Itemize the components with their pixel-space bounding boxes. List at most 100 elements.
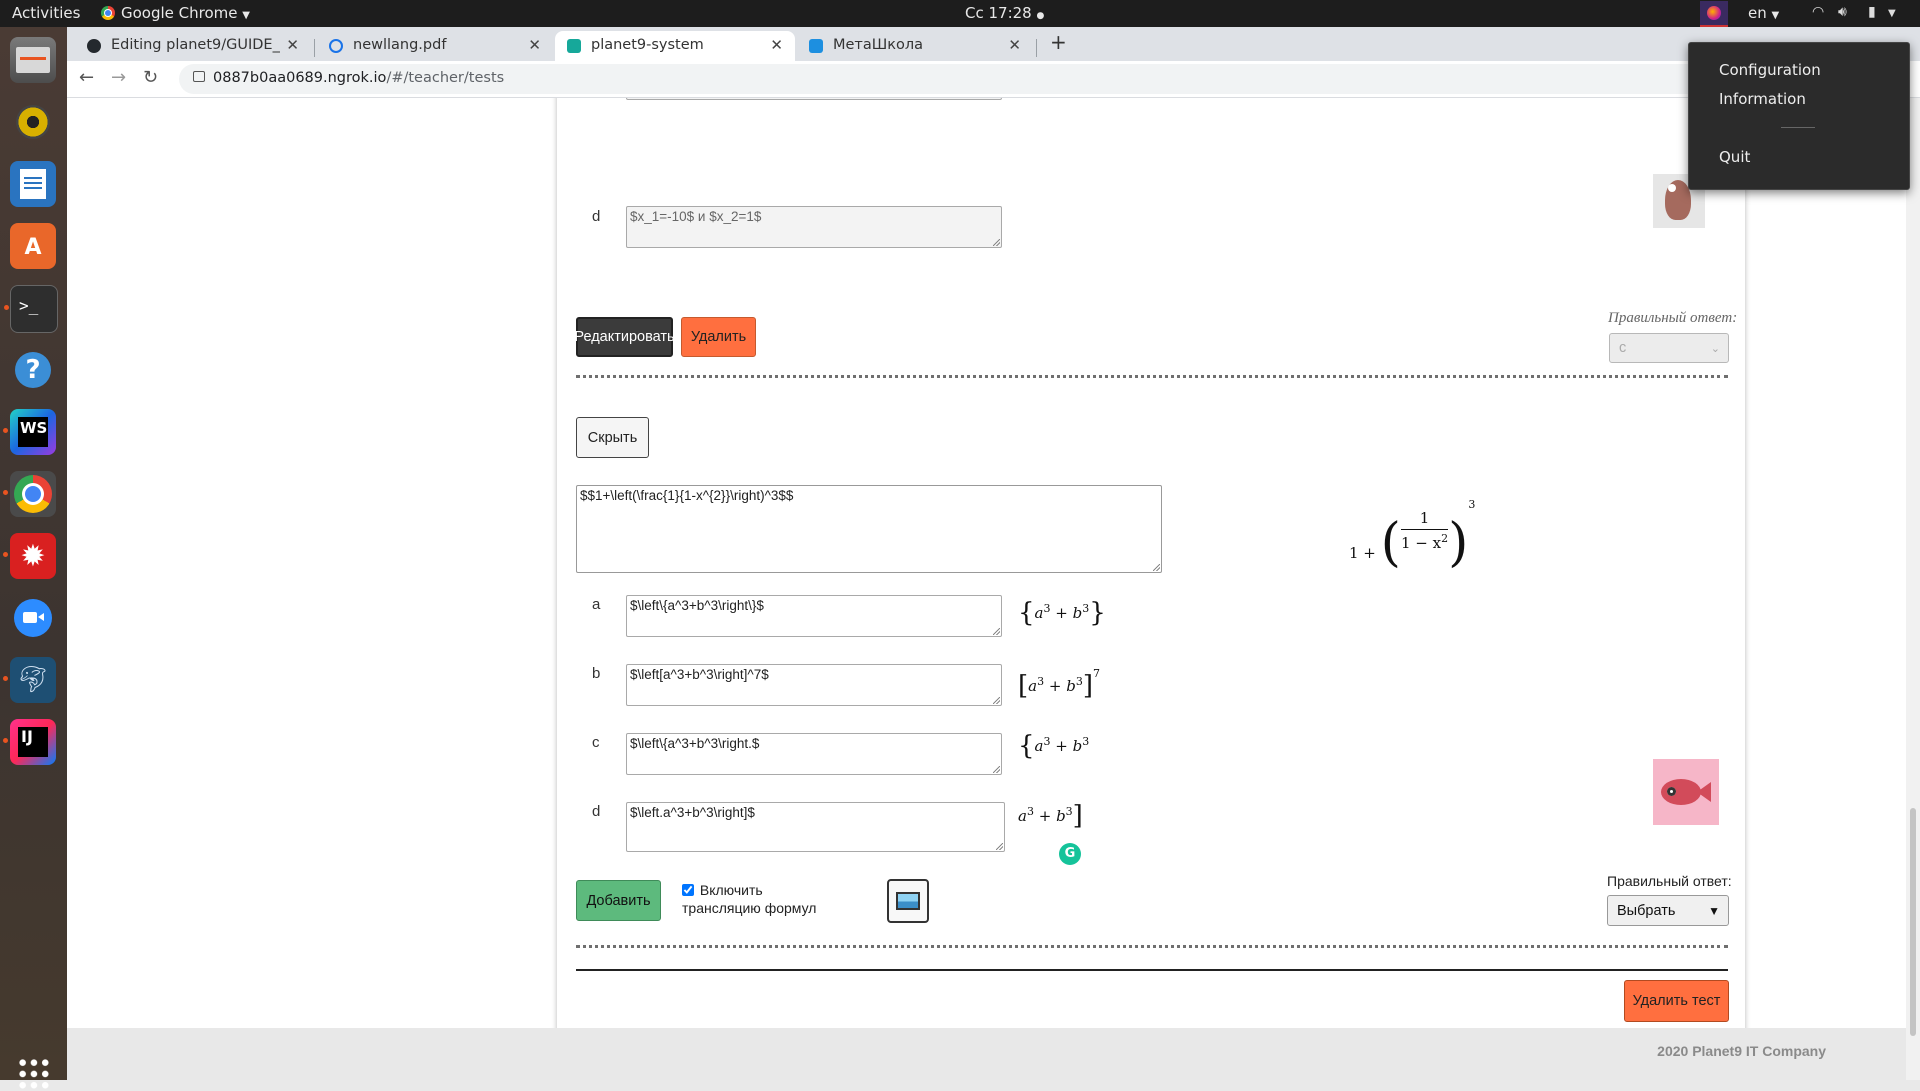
hide-button[interactable]: Скрыть bbox=[576, 417, 649, 458]
lock-icon bbox=[193, 71, 205, 82]
globe-icon bbox=[329, 39, 343, 53]
question-separator bbox=[576, 945, 1728, 948]
activities-button[interactable]: Activities bbox=[12, 4, 80, 22]
option-b-field[interactable]: $\left[a^3+b^3\right]^7$ bbox=[626, 664, 1002, 706]
github-icon bbox=[87, 39, 101, 53]
app-indicator-button[interactable] bbox=[1700, 1, 1728, 27]
option-c-field[interactable]: $\left\{a^3+b^3\right.$ bbox=[626, 733, 1002, 775]
help-icon[interactable]: ? bbox=[10, 347, 56, 393]
select-value: Выбрать bbox=[1617, 902, 1676, 919]
formula-checkbox[interactable] bbox=[682, 884, 694, 896]
formula-exponent: 3 bbox=[1468, 498, 1476, 511]
delete-test-button[interactable]: Удалить тест bbox=[1624, 980, 1729, 1022]
option-d-field[interactable]: $x_1=-10$ и $x_2=1$ bbox=[626, 206, 1002, 248]
grammarly-icon[interactable]: G bbox=[1059, 843, 1081, 865]
chrome-icon bbox=[101, 6, 115, 20]
delete-question-button[interactable]: Удалить bbox=[681, 317, 756, 357]
files-icon[interactable] bbox=[10, 37, 56, 83]
wolfram-icon[interactable]: ✹ bbox=[3, 533, 56, 579]
forward-icon[interactable]: → bbox=[111, 67, 126, 88]
option-d-field[interactable]: $\left.a^3+b^3\right]$ bbox=[626, 802, 1005, 852]
close-icon[interactable]: ✕ bbox=[770, 36, 783, 54]
page-viewport: d $x_1=-10$ и $x_2=1$ Редактировать Удал… bbox=[67, 98, 1920, 1080]
close-icon[interactable]: ✕ bbox=[528, 36, 541, 54]
tab-pdf[interactable]: newllang.pdf ✕ bbox=[317, 31, 553, 61]
app-icon bbox=[567, 39, 581, 53]
url-host: 0887b0aa0689.ngrok.io bbox=[213, 70, 387, 86]
battery-icon[interactable]: ▮ bbox=[1868, 4, 1876, 20]
webstorm-icon[interactable]: WS bbox=[3, 409, 56, 455]
option-a-field[interactable]: $\left\{a^3+b^3\right\}$ bbox=[626, 595, 1002, 637]
page-scrollbar[interactable] bbox=[1906, 98, 1920, 1080]
formula-checkbox-label: Включить трансляцию формул bbox=[682, 882, 817, 916]
rhythmbox-icon[interactable] bbox=[10, 99, 56, 145]
edit-question-button[interactable]: Редактировать bbox=[574, 317, 675, 357]
chrome-icon[interactable] bbox=[3, 471, 56, 517]
correct-answer-select[interactable]: Выбрать ▼ bbox=[1607, 895, 1729, 926]
tab-label: newllang.pdf bbox=[353, 37, 447, 53]
tab-metaschool[interactable]: МетаШкола ✕ bbox=[797, 31, 1033, 61]
terminal-icon[interactable]: >_ bbox=[4, 285, 58, 333]
left-paren: ( bbox=[1380, 513, 1401, 573]
question-text-field[interactable]: $$1+\left(\frac{1}{1-x^{2}}\right)^3$$ bbox=[576, 485, 1162, 573]
language-selector[interactable]: en ▼ bbox=[1748, 4, 1779, 22]
correct-answer-select-disabled[interactable]: c ⌄ bbox=[1609, 333, 1729, 363]
question-formula-preview: 1 + ( 1 1 − x2 )3 bbox=[1349, 498, 1475, 569]
option-letter: d bbox=[592, 803, 601, 820]
menu-item-quit[interactable]: Quit bbox=[1719, 148, 1750, 166]
app-indicator-icon bbox=[1707, 6, 1721, 20]
footer-text: 2020 Planet9 IT Company bbox=[1657, 1043, 1826, 1059]
wifi-icon[interactable]: ◠ bbox=[1812, 4, 1824, 20]
tab-strip: Editing planet9/GUIDE_L ✕ newllang.pdf ✕… bbox=[67, 27, 1920, 61]
add-option-button[interactable]: Добавить bbox=[576, 880, 661, 921]
chevron-down-icon[interactable]: ▼ bbox=[1888, 8, 1896, 19]
volume-icon[interactable]: 🔊︎ bbox=[1838, 4, 1847, 20]
tab-separator bbox=[1036, 39, 1037, 57]
zoom-icon[interactable] bbox=[10, 595, 56, 641]
formula-toggle[interactable]: Включить трансляцию формул bbox=[682, 881, 842, 917]
reload-icon[interactable]: ↻ bbox=[143, 67, 158, 88]
chevron-down-icon: ▼ bbox=[1708, 903, 1720, 918]
menu-item-information[interactable]: Information bbox=[1719, 90, 1806, 108]
app-menu[interactable]: Google Chrome ▼ bbox=[101, 4, 250, 22]
tab-separator bbox=[314, 39, 315, 57]
fraction-denominator: 1 − x2 bbox=[1400, 532, 1449, 552]
clock[interactable]: Сс 17:28 ● bbox=[965, 4, 1044, 22]
formula-lead: 1 + bbox=[1349, 544, 1376, 562]
tab-guide[interactable]: Editing planet9/GUIDE_L ✕ bbox=[75, 31, 311, 61]
language-label: en bbox=[1748, 4, 1767, 22]
correct-answer-label: Правильный ответ: bbox=[1607, 873, 1732, 889]
option-a-preview: {a3 + b3} bbox=[1018, 598, 1106, 628]
select-value: c bbox=[1619, 340, 1627, 356]
back-icon[interactable]: ← bbox=[79, 67, 94, 88]
indicator-menu: Configuration Information Quit bbox=[1688, 42, 1910, 190]
show-applications-icon[interactable] bbox=[17, 1057, 51, 1091]
close-icon[interactable]: ✕ bbox=[1008, 36, 1021, 54]
clock-text: Сс 17:28 bbox=[965, 4, 1032, 22]
option-c-field-cut[interactable] bbox=[626, 98, 1002, 100]
option-d-preview: a3 + b3] bbox=[1018, 801, 1083, 831]
denominator-text: 1 − x bbox=[1400, 534, 1442, 552]
option-letter: c bbox=[592, 734, 600, 751]
writer-icon[interactable] bbox=[10, 161, 56, 207]
close-icon[interactable]: ✕ bbox=[286, 36, 299, 54]
app-name: Google Chrome bbox=[121, 4, 238, 22]
intellij-icon[interactable]: IJ bbox=[3, 719, 56, 765]
option-letter: a bbox=[592, 596, 601, 613]
new-tab-button[interactable]: + bbox=[1042, 30, 1072, 60]
address-bar[interactable]: 0887b0aa0689.ngrok.io/#/teacher/tests bbox=[179, 64, 1739, 94]
insert-image-button[interactable] bbox=[887, 879, 929, 923]
app-icon bbox=[809, 39, 823, 53]
option-letter: d bbox=[592, 208, 601, 225]
software-center-icon[interactable]: A bbox=[10, 223, 56, 269]
tab-label: МетаШкола bbox=[833, 37, 924, 53]
menu-item-configuration[interactable]: Configuration bbox=[1719, 61, 1821, 79]
fish-image[interactable] bbox=[1653, 759, 1719, 825]
dock: A >_ ? WS ✹ 🐬︎ IJ bbox=[0, 27, 67, 1091]
image-icon bbox=[896, 892, 920, 910]
option-b-preview: [a3 + b3]7 bbox=[1018, 667, 1100, 701]
scrollbar-thumb[interactable] bbox=[1910, 808, 1916, 1036]
mysql-workbench-icon[interactable]: 🐬︎ bbox=[3, 657, 56, 703]
chevron-down-icon: ⌄ bbox=[1710, 342, 1720, 355]
tab-planet9[interactable]: planet9-system ✕ bbox=[555, 31, 795, 61]
